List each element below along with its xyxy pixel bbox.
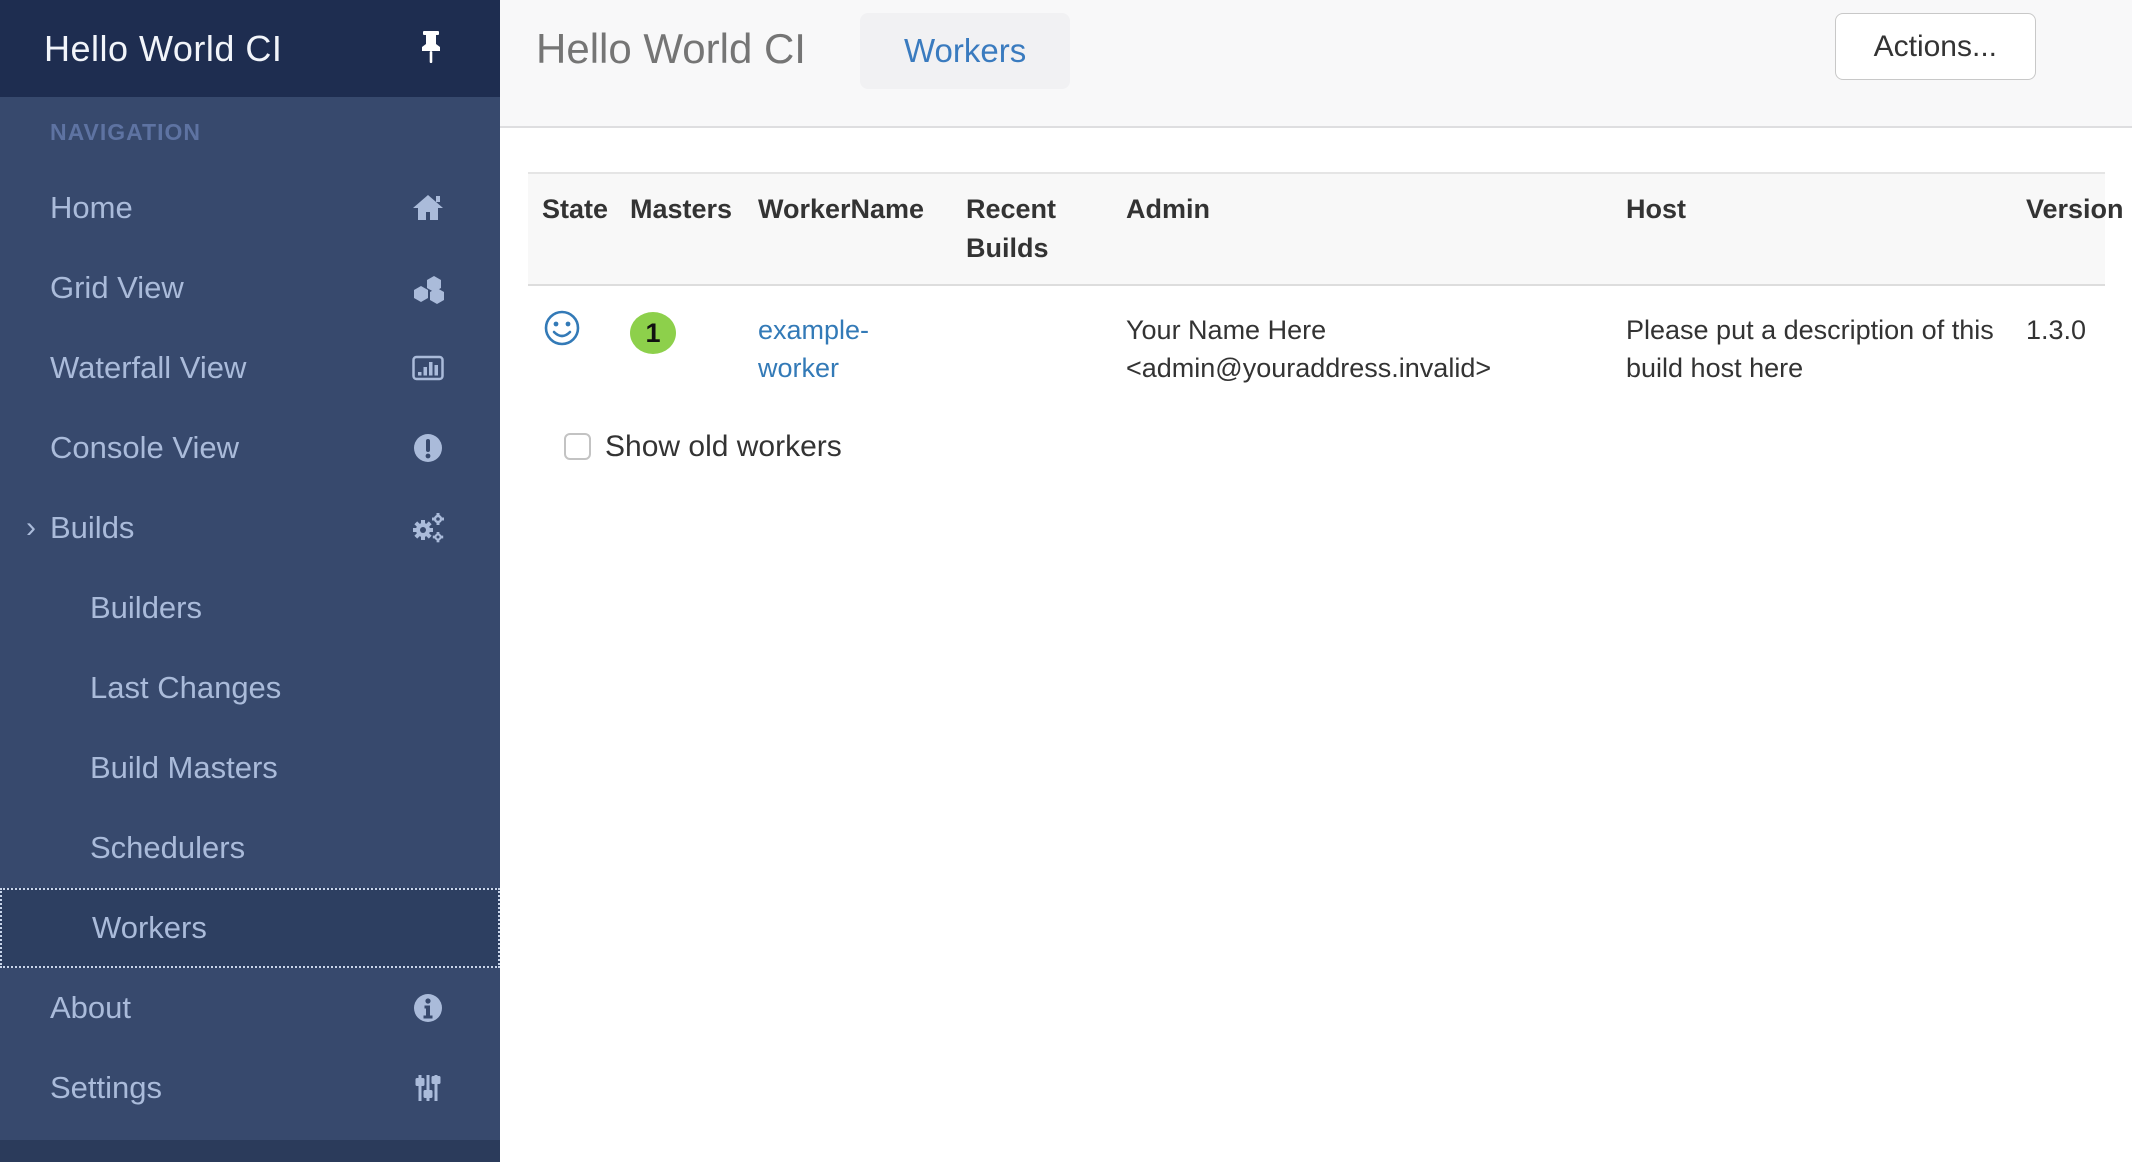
workers-table: State Masters WorkerName Recent Builds A… <box>528 172 2105 402</box>
sidebar-footer <box>0 1140 500 1162</box>
sidebar-item-waterfall-view[interactable]: Waterfall View <box>0 328 500 408</box>
col-host: Host <box>1612 173 2012 285</box>
sidebar-item-build-masters[interactable]: Build Masters <box>0 728 500 808</box>
table-header-row: State Masters WorkerName Recent Builds A… <box>528 173 2105 285</box>
actions-button[interactable]: Actions... <box>1835 13 2036 80</box>
tab-workers[interactable]: Workers <box>860 13 1070 89</box>
worker-name-cell: example-worker <box>744 285 952 402</box>
masters-count-badge: 1 <box>630 312 676 354</box>
worker-admin-cell: Your Name Here <admin@youraddress.invali… <box>1112 285 1612 402</box>
show-old-workers-row: Show old workers <box>564 430 2105 464</box>
sidebar-item-grid-view[interactable]: Grid View <box>0 248 500 328</box>
info-circle-icon <box>410 990 446 1026</box>
col-workername: WorkerName <box>744 173 952 285</box>
page-title: Hello World CI <box>536 13 806 85</box>
worker-host-cell: Please put a description of this build h… <box>1612 285 2012 402</box>
sidebar-item-about[interactable]: About <box>0 968 500 1048</box>
main-content: Hello World CI Workers Actions... State … <box>500 0 2132 1162</box>
sidebar-item-settings[interactable]: Settings <box>0 1048 500 1128</box>
worker-online-smiley-icon <box>542 308 582 348</box>
show-old-workers-checkbox[interactable] <box>564 433 591 460</box>
sidebar-item-builders[interactable]: Builders <box>0 568 500 648</box>
sidebar-item-console-view[interactable]: Console View <box>0 408 500 488</box>
sidebar-item-workers[interactable]: Workers <box>0 888 500 968</box>
worker-row: 1 example-worker Your Name Here <admin@y… <box>528 285 2105 402</box>
app-title: Hello World CI <box>44 28 282 70</box>
sidebar-item-home[interactable]: Home <box>0 168 500 248</box>
show-old-workers-label: Show old workers <box>605 430 842 464</box>
worker-state-cell <box>528 285 616 402</box>
nav-section-label: NAVIGATION <box>0 97 500 168</box>
page-header: Hello World CI Workers Actions... <box>500 0 2132 128</box>
sidebar-item-builds[interactable]: › Builds <box>0 488 500 568</box>
sidebar-item-schedulers[interactable]: Schedulers <box>0 808 500 888</box>
cubes-icon <box>410 270 446 306</box>
chevron-right-icon: › <box>26 511 50 545</box>
col-version: Version <box>2012 173 2105 285</box>
home-icon <box>410 190 446 226</box>
worker-recent-builds-cell <box>952 285 1112 402</box>
col-recent-builds: Recent Builds <box>952 173 1112 285</box>
sidebar: Hello World CI NAVIGATION Home Grid View <box>0 0 500 1162</box>
sidebar-header: Hello World CI <box>0 0 500 97</box>
worker-masters-cell: 1 <box>616 285 744 402</box>
worker-name-link[interactable]: example-worker <box>758 315 869 383</box>
pin-icon[interactable] <box>414 29 448 69</box>
exclamation-circle-icon <box>410 430 446 466</box>
sliders-icon <box>410 1070 446 1106</box>
col-state: State <box>528 173 616 285</box>
gears-icon <box>410 510 446 546</box>
col-masters: Masters <box>616 173 744 285</box>
bar-chart-icon <box>410 350 446 386</box>
col-admin: Admin <box>1112 173 1612 285</box>
sidebar-item-last-changes[interactable]: Last Changes <box>0 648 500 728</box>
workers-table-wrap: State Masters WorkerName Recent Builds A… <box>528 172 2105 464</box>
worker-version-cell: 1.3.0 <box>2012 285 2105 402</box>
